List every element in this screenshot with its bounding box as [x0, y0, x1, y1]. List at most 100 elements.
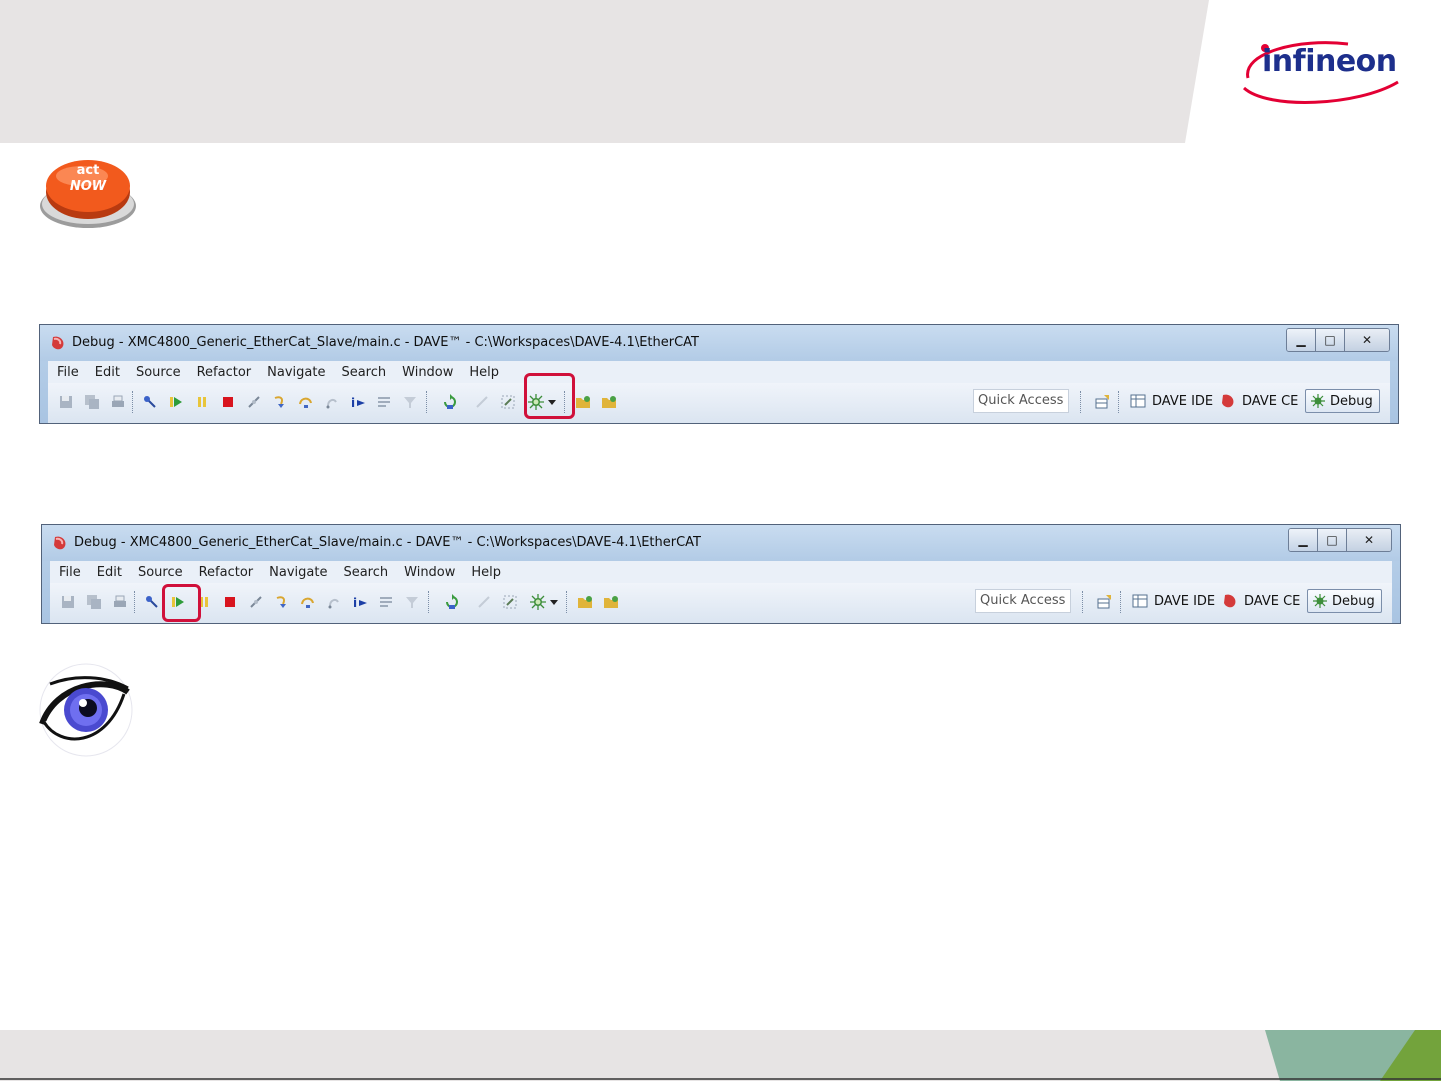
infineon-logo: infineon [1238, 38, 1403, 108]
perspective-dave-ide-label: DAVE IDE [1154, 593, 1216, 609]
perspective-dave-ide[interactable]: DAVE IDE [1130, 393, 1213, 409]
perspective-debug[interactable]: Debug [1305, 389, 1380, 413]
menu-help[interactable]: Help [469, 365, 499, 380]
print-icon[interactable] [110, 592, 130, 612]
menu-window[interactable]: Window [404, 565, 455, 580]
open-folder-2-icon[interactable] [602, 592, 622, 612]
menu-search[interactable]: Search [343, 565, 388, 580]
terminate-icon[interactable] [220, 592, 240, 612]
suspend-icon[interactable] [192, 392, 212, 412]
reset-target-icon[interactable] [442, 592, 462, 612]
quick-access-input[interactable]: Quick Access [975, 589, 1071, 613]
maximize-button[interactable]: □ [1318, 529, 1347, 551]
perspective-dave-ide[interactable]: DAVE IDE [1132, 593, 1215, 609]
window-controls: ▁ □ ✕ [1288, 528, 1392, 552]
table-icon [1130, 394, 1146, 408]
menu-window[interactable]: Window [402, 365, 453, 380]
dave-window-1: Debug - XMC4800_Generic_EtherCat_Slave/m… [39, 324, 1399, 424]
toolbar-separator [1120, 591, 1122, 613]
instruction-stepping-icon[interactable]: i [350, 592, 370, 612]
edit-icon[interactable] [472, 392, 492, 412]
dave-window-2: Debug - XMC4800_Generic_EtherCat_Slave/m… [41, 524, 1401, 624]
chevron-down-icon[interactable] [548, 592, 560, 612]
minimize-button[interactable]: ▁ [1289, 529, 1318, 551]
close-button[interactable]: ✕ [1347, 529, 1391, 551]
build-icon[interactable] [498, 392, 518, 412]
perspective-debug-label: Debug [1330, 393, 1373, 409]
slide-header: infineon [0, 0, 1441, 143]
window-title: Debug - XMC4800_Generic_EtherCat_Slave/m… [72, 335, 699, 350]
step-return-icon[interactable] [324, 592, 344, 612]
open-folder-icon[interactable] [574, 392, 594, 412]
menu-edit[interactable]: Edit [97, 565, 122, 580]
perspective-debug-label: Debug [1332, 593, 1375, 609]
reset-target-icon[interactable] [440, 392, 460, 412]
table-icon [1132, 594, 1148, 608]
drop-to-frame-icon[interactable] [374, 392, 394, 412]
perspective-dave-ce[interactable]: DAVE CE [1222, 593, 1300, 609]
main-toolbar: i Quick Access DAVE IDE DAVE CE Debug [48, 383, 1390, 423]
disconnect-icon[interactable] [246, 592, 266, 612]
toolbar-separator [132, 391, 134, 413]
step-into-icon[interactable] [272, 592, 292, 612]
title-bar: Debug - XMC4800_Generic_EtherCat_Slave/m… [42, 525, 1400, 561]
step-over-icon[interactable] [296, 392, 316, 412]
quick-access-input[interactable]: Quick Access [973, 389, 1069, 413]
dave-ce-icon [1222, 394, 1234, 408]
close-button[interactable]: ✕ [1345, 329, 1389, 351]
step-into-icon[interactable] [270, 392, 290, 412]
menu-search[interactable]: Search [341, 365, 386, 380]
menu-file[interactable]: File [59, 565, 81, 580]
toolbar-separator [428, 591, 430, 613]
edit-icon[interactable] [474, 592, 494, 612]
debug-button-highlight [524, 373, 575, 419]
perspective-dave-ce[interactable]: DAVE CE [1220, 393, 1298, 409]
act-now-line2: NOW [70, 179, 107, 194]
skip-breakpoints-icon[interactable] [142, 592, 162, 612]
dave-app-icon [50, 335, 66, 355]
menu-source[interactable]: Source [136, 365, 181, 380]
instruction-stepping-icon[interactable]: i [348, 392, 368, 412]
drop-to-frame-icon[interactable] [376, 592, 396, 612]
save-icon[interactable] [58, 592, 78, 612]
maximize-button[interactable]: □ [1316, 329, 1345, 351]
title-bar: Debug - XMC4800_Generic_EtherCat_Slave/m… [40, 325, 1398, 361]
open-folder-2-icon[interactable] [600, 392, 620, 412]
open-perspective-icon[interactable] [1092, 392, 1112, 412]
toolbar-separator [1118, 391, 1120, 413]
terminate-icon[interactable] [218, 392, 238, 412]
menu-source[interactable]: Source [138, 565, 183, 580]
toolbar-separator [566, 591, 568, 613]
resume-button-highlight [162, 584, 201, 622]
toolbar-separator [426, 391, 428, 413]
step-over-icon[interactable] [298, 592, 318, 612]
step-return-icon[interactable] [322, 392, 342, 412]
logo-text: infineon [1262, 44, 1397, 79]
save-icon[interactable] [56, 392, 76, 412]
menu-edit[interactable]: Edit [95, 365, 120, 380]
menu-help[interactable]: Help [471, 565, 501, 580]
use-step-filters-icon[interactable] [400, 392, 420, 412]
open-folder-icon[interactable] [576, 592, 596, 612]
main-toolbar: i Quick Access DAVE IDE DAVE CE Debug [50, 583, 1392, 623]
build-icon[interactable] [500, 592, 520, 612]
menu-refactor[interactable]: Refactor [199, 565, 254, 580]
save-all-icon[interactable] [82, 392, 102, 412]
menu-navigate[interactable]: Navigate [267, 365, 325, 380]
skip-breakpoints-icon[interactable] [140, 392, 160, 412]
menu-navigate[interactable]: Navigate [269, 565, 327, 580]
print-icon[interactable] [108, 392, 128, 412]
use-step-filters-icon[interactable] [402, 592, 422, 612]
menu-file[interactable]: File [57, 365, 79, 380]
debug-perspective-icon [1313, 594, 1327, 608]
open-perspective-icon[interactable] [1094, 592, 1114, 612]
perspective-debug[interactable]: Debug [1307, 589, 1382, 613]
save-all-icon[interactable] [84, 592, 104, 612]
resume-icon[interactable] [166, 392, 186, 412]
menu-refactor[interactable]: Refactor [197, 365, 252, 380]
debug-icon[interactable] [528, 592, 548, 612]
minimize-button[interactable]: ▁ [1287, 329, 1316, 351]
perspective-dave-ide-label: DAVE IDE [1152, 393, 1214, 409]
header-shape [0, 0, 1209, 143]
disconnect-icon[interactable] [244, 392, 264, 412]
